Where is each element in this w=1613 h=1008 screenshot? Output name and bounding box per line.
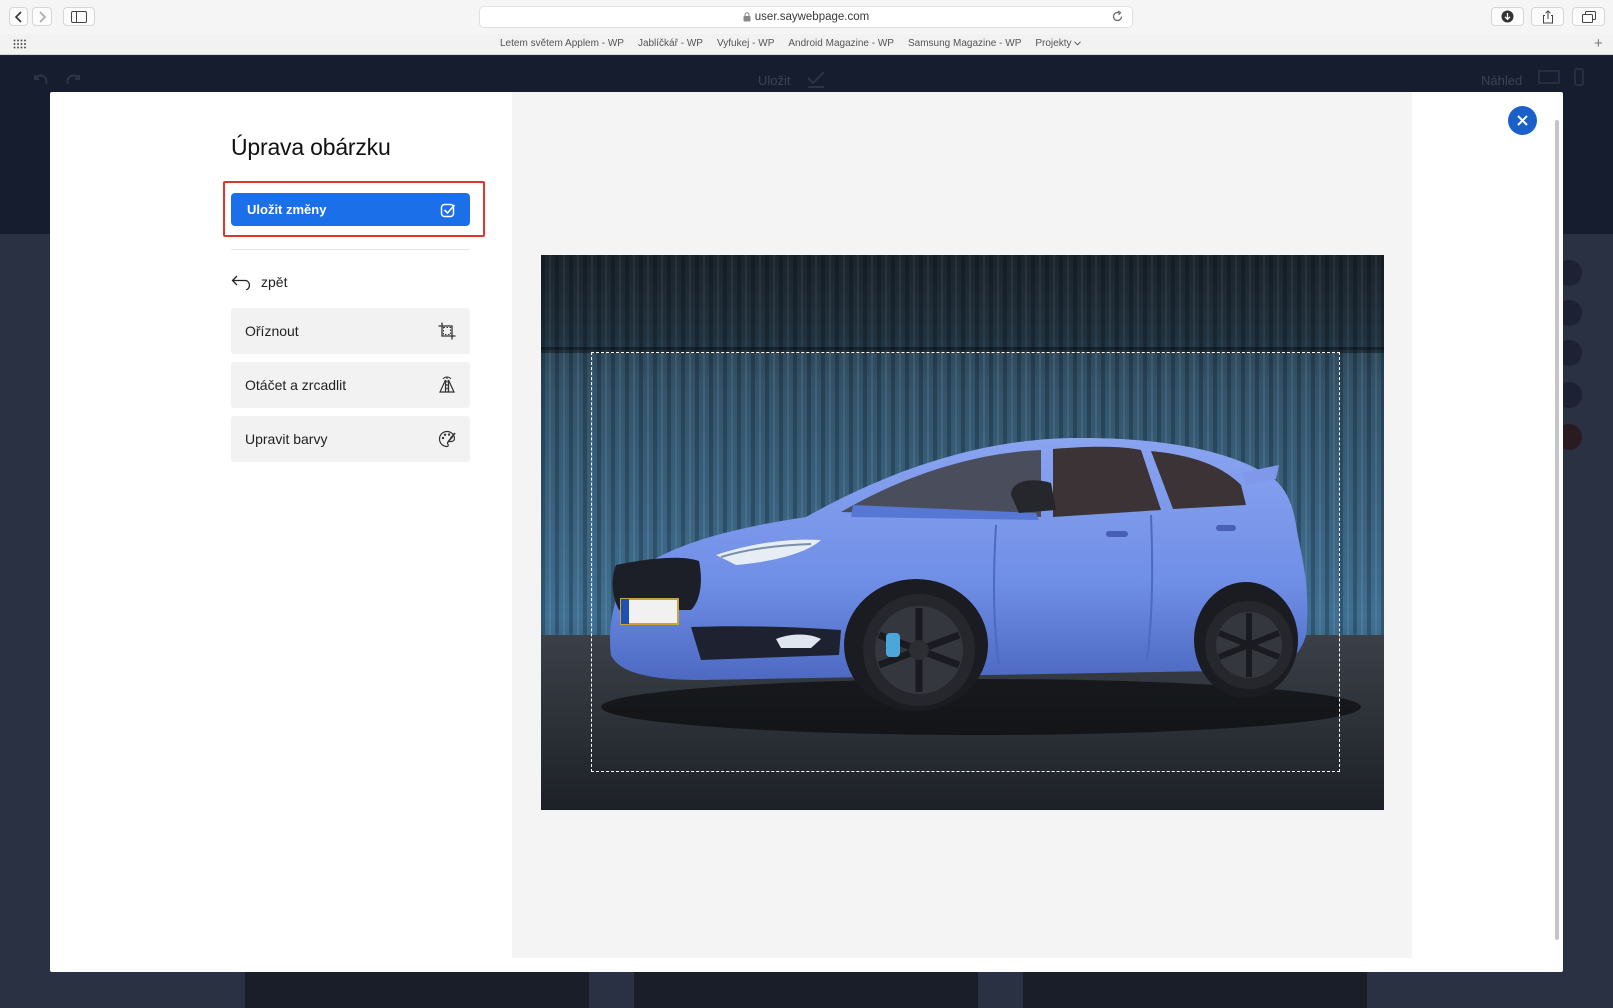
image-canvas-area (512, 92, 1412, 958)
bookmark-projekty-label: Projekty (1035, 38, 1072, 49)
back-button[interactable] (9, 7, 28, 26)
share-button[interactable] (1531, 7, 1564, 26)
panel-divider (231, 249, 470, 250)
close-icon (1517, 115, 1528, 126)
checkbox-check-icon (440, 203, 456, 217)
new-bookmark-icon[interactable]: + (1594, 35, 1603, 52)
rotate-flip-button[interactable]: Otáčet a zrcadlit (231, 362, 470, 408)
sidebar-icon (71, 10, 87, 23)
bookmark-list: Letem světem Applem - WP Jablíčkář - WP … (500, 38, 1081, 49)
address-bar[interactable]: user.saywebpage.com (479, 6, 1133, 28)
chevron-left-icon (14, 10, 22, 23)
rotate-flip-label: Otáčet a zrcadlit (245, 377, 347, 393)
tabs-overview-button[interactable] (1572, 7, 1605, 26)
reload-icon[interactable] (1111, 10, 1124, 23)
adjust-colors-label: Upravit barvy (245, 431, 328, 447)
mobile-icon (1574, 68, 1584, 86)
bookmark-vyfukej[interactable]: Vyfukej - WP (717, 38, 774, 49)
bookmark-projekty[interactable]: Projekty (1035, 38, 1081, 49)
url-text: user.saywebpage.com (754, 11, 870, 23)
thumbnail-2 (634, 972, 978, 1008)
chevron-right-icon (39, 10, 47, 23)
bookmark-jablickar[interactable]: Jablíčkář - WP (638, 38, 703, 49)
redo-icon (66, 74, 80, 85)
check-icon (807, 71, 825, 88)
lock-icon (743, 12, 751, 22)
back-link[interactable]: zpět (231, 274, 287, 290)
browser-toolbar: user.saywebpage.com (0, 0, 1613, 34)
thumbnail-1 (245, 972, 589, 1008)
thumbnail-3 (1023, 972, 1367, 1008)
crop-selection[interactable] (591, 352, 1340, 772)
back-label: zpět (261, 274, 288, 290)
save-changes-button[interactable]: Uložit změny (231, 193, 470, 226)
app-preview-label: Náhled (1481, 73, 1523, 88)
crop-icon (438, 322, 456, 340)
download-icon (1501, 10, 1514, 23)
bookmark-samsung-magazine[interactable]: Samsung Magazine - WP (908, 38, 1021, 49)
sidebar-toggle-button[interactable] (63, 7, 95, 26)
app-save-label: Uložit (758, 73, 791, 88)
image-preview (541, 255, 1384, 810)
crop-label: Oříznout (245, 323, 299, 339)
bookmarks-bar: Letem světem Applem - WP Jablíčkář - WP … (0, 34, 1613, 55)
modal-scrollbar[interactable] (1555, 120, 1559, 940)
bookmark-letem-svetem-applem[interactable]: Letem světem Applem - WP (500, 38, 624, 49)
undo-icon (34, 74, 48, 85)
palette-icon (438, 430, 456, 448)
adjust-colors-button[interactable]: Upravit barvy (231, 416, 470, 462)
save-changes-label: Uložit změny (247, 202, 327, 217)
grid-icon[interactable] (13, 39, 27, 49)
close-button[interactable] (1508, 106, 1537, 135)
panel-title: Úprava obárzku (231, 134, 391, 160)
chevron-down-icon (1073, 41, 1081, 46)
forward-button[interactable] (32, 7, 52, 26)
back-arrow-icon (231, 275, 251, 290)
bookmark-android-magazine[interactable]: Android Magazine - WP (788, 38, 894, 49)
image-edit-modal: Úprava obárzku Uložit změny zpět Oříznou… (50, 92, 1563, 972)
flip-icon (439, 376, 455, 393)
desktop-icon (1538, 70, 1560, 84)
crop-button[interactable]: Oříznout (231, 308, 470, 354)
share-icon (1542, 9, 1553, 23)
downloads-button[interactable] (1491, 7, 1524, 26)
tabs-icon (1581, 10, 1596, 23)
